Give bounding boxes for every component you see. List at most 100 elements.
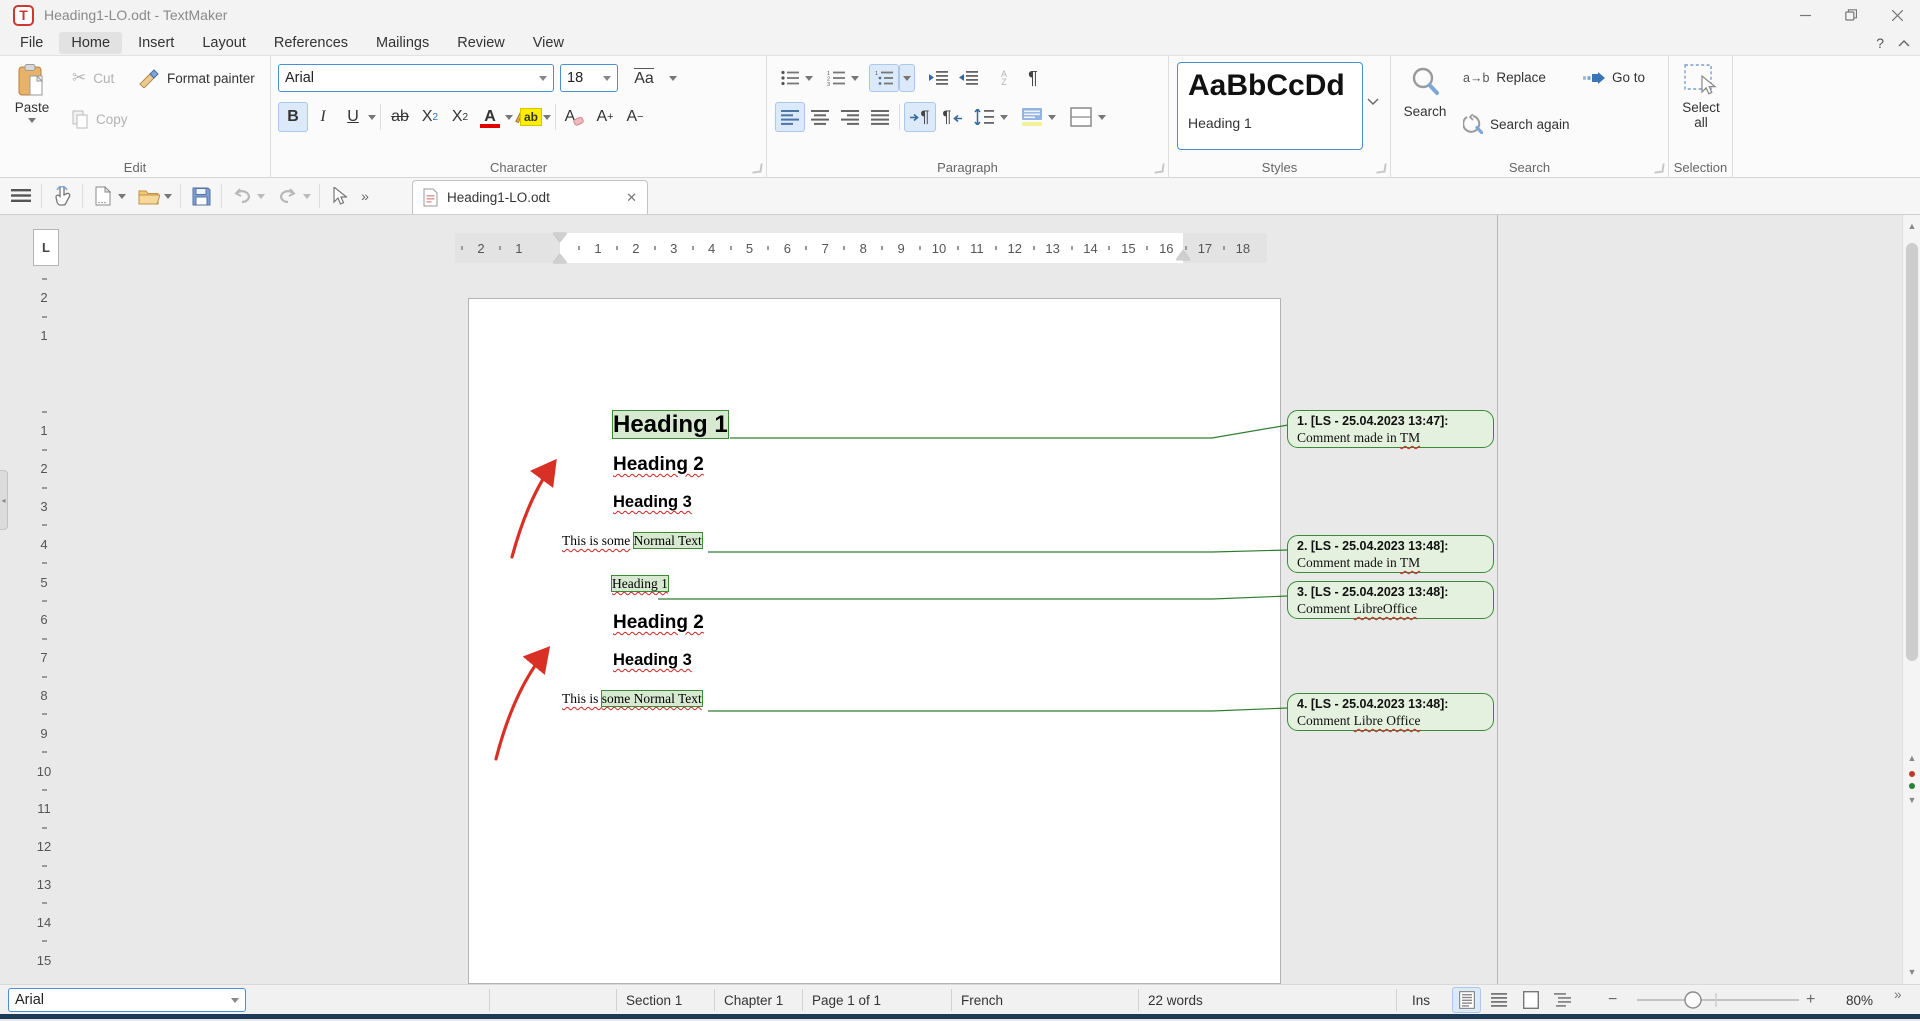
zoom-in-button[interactable]: + bbox=[1806, 985, 1815, 1015]
new-document-dropdown-icon[interactable] bbox=[118, 194, 126, 199]
document-tab[interactable]: Heading1-LO.odt ✕ bbox=[412, 180, 648, 214]
change-case-button[interactable]: Aa bbox=[627, 64, 661, 92]
grow-font-button[interactable]: A+ bbox=[590, 102, 620, 132]
outline-list-dropdown[interactable] bbox=[899, 64, 915, 92]
view-normal-button[interactable] bbox=[1452, 987, 1481, 1013]
subscript-button[interactable]: X2 bbox=[415, 102, 445, 132]
paragraph-group-expander-icon[interactable] bbox=[1154, 163, 1164, 173]
menu-item[interactable]: File bbox=[8, 32, 55, 54]
status-section[interactable]: Section 1 bbox=[626, 985, 682, 1015]
menu-item[interactable]: Review bbox=[445, 32, 517, 54]
statusbar-more-icon[interactable]: » bbox=[1894, 979, 1902, 1009]
scrollbar-thumb[interactable] bbox=[1906, 243, 1918, 661]
zoom-slider-knob[interactable] bbox=[1685, 992, 1701, 1008]
font-color-dropdown-icon[interactable] bbox=[505, 115, 513, 120]
collapse-ribbon-icon[interactable] bbox=[1898, 39, 1910, 47]
scroll-down-icon[interactable]: ▼ bbox=[1907, 967, 1917, 977]
font-color-button[interactable]: A bbox=[475, 102, 505, 132]
search-group-expander-icon[interactable] bbox=[1654, 163, 1664, 173]
scroll-up-icon[interactable]: ▲ bbox=[1907, 221, 1917, 231]
vertical-scrollbar[interactable]: ▲ ▲ ▼ ▼ bbox=[1902, 215, 1920, 984]
zoom-out-button[interactable]: − bbox=[1608, 985, 1617, 1015]
undo-dropdown-icon[interactable] bbox=[257, 194, 265, 199]
sidebar-grip[interactable]: ◂ bbox=[0, 470, 8, 530]
font-size-dropdown-icon[interactable] bbox=[603, 76, 611, 81]
restore-button[interactable] bbox=[1828, 0, 1874, 30]
open-button[interactable] bbox=[134, 182, 164, 210]
format-painter-button[interactable]: Format painter bbox=[138, 68, 255, 88]
help-icon[interactable]: ? bbox=[1876, 35, 1884, 51]
undo-button[interactable] bbox=[227, 182, 257, 210]
redo-dropdown-icon[interactable] bbox=[303, 194, 311, 199]
underline-dropdown-icon[interactable] bbox=[368, 115, 376, 120]
font-name-dropdown-icon[interactable] bbox=[539, 76, 547, 81]
menu-item[interactable]: View bbox=[521, 32, 576, 54]
sidebar-menu-button[interactable] bbox=[6, 182, 36, 210]
formatting-marks-button[interactable]: ¶ bbox=[1019, 64, 1047, 92]
replace-button[interactable]: a→b Replace bbox=[1463, 70, 1546, 85]
status-insert-mode[interactable]: Ins bbox=[1412, 985, 1430, 1015]
view-continuous-button[interactable] bbox=[1484, 987, 1513, 1013]
comment-box[interactable]: 4. [LS - 25.04.2023 13:48]: Comment Libr… bbox=[1287, 693, 1494, 731]
status-chapter[interactable]: Chapter 1 bbox=[724, 985, 783, 1015]
status-page[interactable]: Page 1 of 1 bbox=[812, 985, 881, 1015]
rtl-paragraph-button[interactable]: ¶ bbox=[936, 102, 968, 132]
status-word-count[interactable]: 22 words bbox=[1148, 985, 1203, 1015]
styles-group-expander-icon[interactable] bbox=[1376, 163, 1386, 173]
shading-dropdown-icon[interactable] bbox=[1048, 115, 1056, 120]
numbered-list-dropdown-icon[interactable] bbox=[851, 76, 859, 81]
paste-dropdown-icon[interactable] bbox=[28, 118, 36, 123]
borders-button[interactable] bbox=[1064, 102, 1098, 132]
browse-next-icon[interactable]: ▼ bbox=[1907, 795, 1917, 805]
toolbar-more-button[interactable]: » bbox=[355, 182, 375, 210]
character-group-expander-icon[interactable] bbox=[752, 163, 762, 173]
superscript-button[interactable]: X2 bbox=[445, 102, 475, 132]
menu-item[interactable]: Mailings bbox=[364, 32, 441, 54]
search-button[interactable]: Search bbox=[1399, 66, 1451, 119]
align-center-button[interactable] bbox=[805, 102, 835, 132]
align-right-button[interactable] bbox=[835, 102, 865, 132]
view-outline-button[interactable] bbox=[1548, 987, 1577, 1013]
borders-dropdown-icon[interactable] bbox=[1098, 115, 1106, 120]
menu-item[interactable]: Home bbox=[59, 32, 122, 54]
cut-button[interactable]: ✂ Cut bbox=[72, 68, 114, 88]
highlight-button[interactable]: ab bbox=[513, 102, 543, 132]
align-left-button[interactable] bbox=[775, 102, 805, 132]
menu-item[interactable]: References bbox=[262, 32, 360, 54]
menu-item[interactable]: Insert bbox=[126, 32, 186, 54]
copy-button[interactable]: Copy bbox=[72, 110, 128, 129]
browse-object-green-icon[interactable] bbox=[1909, 783, 1915, 789]
clear-formatting-button[interactable]: A bbox=[560, 102, 590, 132]
save-button[interactable] bbox=[186, 182, 216, 210]
menu-item[interactable]: Layout bbox=[190, 32, 258, 54]
view-fullpage-button[interactable] bbox=[1516, 987, 1545, 1013]
touch-mode-button[interactable] bbox=[47, 182, 77, 210]
comment-box[interactable]: 2. [LS - 25.04.2023 13:48]: Comment made… bbox=[1287, 535, 1494, 573]
increase-indent-button[interactable] bbox=[923, 64, 953, 92]
italic-button[interactable]: I bbox=[308, 102, 338, 132]
font-name-combo[interactable]: Arial bbox=[278, 64, 554, 92]
underline-button[interactable]: U bbox=[338, 102, 368, 132]
status-language[interactable]: French bbox=[961, 985, 1003, 1015]
status-font-dropdown-icon[interactable] bbox=[231, 998, 239, 1003]
close-button[interactable] bbox=[1874, 0, 1920, 30]
change-case-dropdown-icon[interactable] bbox=[669, 76, 677, 81]
paste-button[interactable]: Paste bbox=[8, 64, 56, 123]
search-again-button[interactable]: Search again bbox=[1463, 114, 1570, 134]
decrease-indent-button[interactable] bbox=[953, 64, 983, 92]
new-document-button[interactable] bbox=[88, 182, 118, 210]
outline-list-button[interactable]: 1 bbox=[869, 64, 899, 92]
style-gallery-dropdown-icon[interactable] bbox=[1367, 98, 1379, 106]
bullet-list-dropdown-icon[interactable] bbox=[805, 76, 813, 81]
select-tool-button[interactable] bbox=[325, 182, 355, 210]
strikethrough-button[interactable]: ab bbox=[385, 102, 415, 132]
bold-button[interactable]: B bbox=[278, 102, 308, 132]
style-gallery[interactable]: AaBbCcDd Heading 1 bbox=[1177, 62, 1363, 150]
comment-box[interactable]: 3. [LS - 25.04.2023 13:48]: Comment Libr… bbox=[1287, 581, 1494, 619]
shading-button[interactable] bbox=[1016, 102, 1048, 132]
browse-previous-icon[interactable]: ▲ bbox=[1907, 753, 1917, 763]
numbered-list-button[interactable]: 123 bbox=[821, 64, 851, 92]
minimize-button[interactable] bbox=[1782, 0, 1828, 30]
status-font-combo[interactable]: Arial bbox=[8, 988, 246, 1012]
font-size-combo[interactable]: 18 bbox=[560, 64, 618, 92]
